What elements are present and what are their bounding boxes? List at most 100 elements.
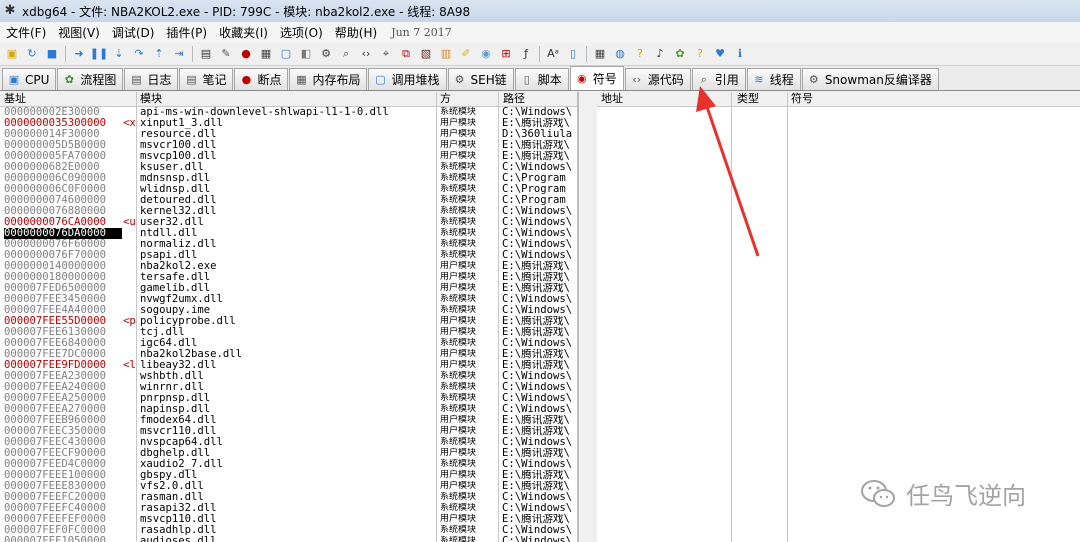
about-icon[interactable]: ℹ — [732, 46, 748, 62]
table-row[interactable]: 0000000035300000 <x xinput1_3.dll 用户模块 E:\腾讯… — [0, 118, 577, 129]
menu-item[interactable]: 文件(F) — [0, 24, 52, 41]
table-row[interactable]: 0000000076880000 kernel32.dll 系统模块 C:\Windo… — [0, 206, 577, 217]
trace-icon[interactable]: ▧ — [418, 46, 434, 62]
table-row[interactable]: 000007FEEA230000 wshbth.dll 系统模块 C:\Windows… — [0, 371, 577, 382]
table-row[interactable]: 000000014F30000 resource.dll 用户模块 D:\360liu… — [0, 129, 577, 140]
header-base[interactable]: 基址 — [4, 93, 26, 105]
label-icon[interactable]: ◉ — [478, 46, 494, 62]
header-type[interactable]: 类型 — [737, 93, 759, 105]
breakpoint-icon[interactable]: ● — [238, 46, 254, 62]
table-row[interactable]: 000007FEED4C0000 xaudio2_7.dll 系统模块 C:\Wind… — [0, 459, 577, 470]
table-row[interactable]: 000007FEF1050000 audioses.dll 系统模块 C:\Windo… — [0, 536, 577, 542]
table-row[interactable]: 000007FEE9FD0000 <l libeay32.dll 用户模块 E:\腾讯游… — [0, 360, 577, 371]
table-row[interactable]: 0000000180000000 tersafe.dll 用户模块 E:\腾讯游戏\ — [0, 272, 577, 283]
header-address[interactable]: 地址 — [601, 93, 623, 105]
tab-script[interactable]: ▯ 脚本 — [514, 68, 569, 90]
table-row[interactable]: 000007FEE3450000 nvwgf2umx.dll 系统模块 C:\Wind… — [0, 294, 577, 305]
reference-icon[interactable]: ⌖ — [378, 46, 394, 62]
thread-icon[interactable]: ⧉ — [398, 46, 414, 62]
bookmark-icon[interactable]: ⊞ — [498, 46, 514, 62]
tab-cpu[interactable]: ▣ CPU — [2, 68, 57, 90]
table-row[interactable]: 000007FEE4A40000 sogoupy.ime 系统模块 C:\Window… — [0, 305, 577, 316]
table-row[interactable]: 000007FED6500000 gamelib.dll 用户模块 E:\腾讯游戏\ — [0, 283, 577, 294]
patch-icon[interactable]: ⚙ — [318, 46, 334, 62]
run-to-user-icon[interactable]: ⇥ — [171, 46, 187, 62]
table-row[interactable]: 000007FEEA270000 napinsp.dll 系统模块 C:\Window… — [0, 404, 577, 415]
function-icon[interactable]: ƒ — [518, 46, 534, 62]
menu-item[interactable]: 收藏夹(I) — [213, 24, 274, 41]
tab-thread[interactable]: ≋ 线程 — [746, 68, 801, 90]
table-row[interactable]: 000007FEEA240000 winrnr.dll 系统模块 C:\Windows… — [0, 382, 577, 393]
table-row[interactable]: 000007FEEA250000 pnrpnsp.dll 系统模块 C:\Window… — [0, 393, 577, 404]
script-icon[interactable]: ✎ — [218, 46, 234, 62]
tab-symbol[interactable]: ◉ 符号 — [569, 66, 624, 90]
dev-icon[interactable]: ♪ — [652, 46, 668, 62]
step-into-icon[interactable]: ⇣ — [111, 46, 127, 62]
bug-icon[interactable]: ✿ — [672, 46, 688, 62]
tab-log[interactable]: ▤ 日志 — [124, 68, 179, 90]
tab-notes[interactable]: ▤ 笔记 — [179, 68, 234, 90]
find-icon[interactable]: ⌕ — [338, 46, 354, 62]
log-icon[interactable]: ▤ — [198, 46, 214, 62]
table-row[interactable]: 000000006C0F0000 wlidnsp.dll 系统模块 C:\Progra… — [0, 184, 577, 195]
table-row[interactable]: 0000000076DA0000 ntdll.dll 系统模块 C:\Windows\ — [0, 228, 577, 239]
table-row[interactable]: 000007FEEB960000 fmodex64.dll 用户模块 E:\腾讯游戏\ — [0, 415, 577, 426]
table-row[interactable]: 000007FEE6130000 tcj.dll 用户模块 E:\腾讯游戏\ — [0, 327, 577, 338]
question-icon[interactable]: ? — [692, 46, 708, 62]
table-row[interactable]: 0000000076CA0000 <u user32.dll 系统模块 C:\Windo… — [0, 217, 577, 228]
code-icon[interactable]: ‹› — [358, 46, 374, 62]
pane-splitter[interactable] — [579, 92, 597, 542]
table-row[interactable]: 000007FEEE100000 gbspy.dll 用户模块 E:\腾讯游戏\ — [0, 470, 577, 481]
tab-reference[interactable]: ⌕ 引用 — [691, 68, 746, 90]
header-path[interactable]: 路径 — [503, 93, 525, 105]
tab-snowman[interactable]: ⚙ Snowman反编译器 — [801, 68, 939, 90]
menu-item[interactable]: 帮助(H) — [329, 24, 383, 41]
tab-memory-map[interactable]: ▦ 内存布局 — [289, 68, 368, 90]
table-row[interactable]: 0000000076F60000 normaliz.dll 系统模块 C:\Windo… — [0, 239, 577, 250]
table-row[interactable]: 000007FEEFEF0000 msvcp110.dll 用户模块 E:\腾讯游戏\ — [0, 514, 577, 525]
table-row[interactable]: 0000000076F70000 psapi.dll 系统模块 C:\Windows\ — [0, 250, 577, 261]
symbol-icon[interactable]: ▯ — [565, 46, 581, 62]
world-icon[interactable]: ◍ — [612, 46, 628, 62]
table-row[interactable]: 000007FEE7DC0000 nba2kol2base.dll 用户模块 E:\腾… — [0, 349, 577, 360]
table-row[interactable]: 0000000682E0000 ksuser.dll 系统模块 C:\Windows\ — [0, 162, 577, 173]
run-to-return-icon[interactable]: ⇡ — [151, 46, 167, 62]
menu-item[interactable]: 选项(O) — [274, 24, 329, 41]
table-row[interactable]: 000000005FA70000 msvcp100.dll 用户模块 E:\腾讯游戏\ — [0, 151, 577, 162]
menu-item[interactable]: 插件(P) — [160, 24, 213, 41]
stop-icon[interactable]: ■ — [44, 46, 60, 62]
table-row[interactable]: 000000005D5B0000 msvcr100.dll 用户模块 E:\腾讯游戏\ — [0, 140, 577, 151]
help-icon[interactable]: ? — [632, 46, 648, 62]
tab-callstack[interactable]: ▢ 调用堆栈 — [368, 68, 447, 90]
table-row[interactable]: 000007FEE55D0000 <p policyprobe.dll 用户模块 E:\… — [0, 316, 577, 327]
hardware-icon[interactable]: ▥ — [438, 46, 454, 62]
header-party[interactable]: 方 — [440, 93, 451, 105]
table-row[interactable]: 000007FEF0FC0000 rasadhlp.dll 系统模块 C:\Windo… — [0, 525, 577, 536]
pause-icon[interactable]: ❚❚ — [90, 46, 108, 62]
table-row[interactable]: 000007FEECF90000 dbghelp.dll 用户模块 E:\腾讯游戏\ — [0, 448, 577, 459]
restart-icon[interactable]: ↻ — [24, 46, 40, 62]
seh-icon[interactable]: ◧ — [298, 46, 314, 62]
step-over-icon[interactable]: ↷ — [131, 46, 147, 62]
font-icon[interactable]: Aᵃ — [545, 46, 561, 62]
tab-breakpoint[interactable]: ● 断点 — [234, 68, 289, 90]
tab-seh[interactable]: ⚙ SEH链 — [447, 68, 514, 90]
table-row[interactable]: 000007FEEFC20000 rasman.dll 系统模块 C:\Windows… — [0, 492, 577, 503]
tab-source[interactable]: ‹› 源代码 — [624, 68, 691, 90]
donate-icon[interactable]: ♥ — [712, 46, 728, 62]
table-row[interactable]: 0000000140000000 nba2kol2.exe 用户模块 E:\腾讯游戏\ — [0, 261, 577, 272]
menu-item[interactable]: 调试(D) — [106, 24, 161, 41]
menu-item[interactable]: 视图(V) — [52, 24, 106, 41]
header-module[interactable]: 模块 — [140, 93, 162, 105]
table-row[interactable]: 000000002E30000 api-ms-win-downlevel-shlw… — [0, 107, 577, 118]
open-icon[interactable]: ▣ — [4, 46, 20, 62]
memory-icon[interactable]: ▦ — [258, 46, 274, 62]
tab-graph[interactable]: ✿ 流程图 — [57, 68, 124, 90]
call-stack-icon[interactable]: ▢ — [278, 46, 294, 62]
table-row[interactable]: 0000000074600000 detoured.dll 系统模块 C:\Progr… — [0, 195, 577, 206]
comment-icon[interactable]: ✐ — [458, 46, 474, 62]
run-icon[interactable]: ➜ — [71, 46, 87, 62]
header-symbol[interactable]: 符号 — [791, 93, 813, 105]
table-row[interactable]: 000007FEEFC40000 rasapi32.dll 系统模块 C:\Windo… — [0, 503, 577, 514]
table-row[interactable]: 000000006C090000 mdnsnsp.dll 系统模块 C:\Progra… — [0, 173, 577, 184]
